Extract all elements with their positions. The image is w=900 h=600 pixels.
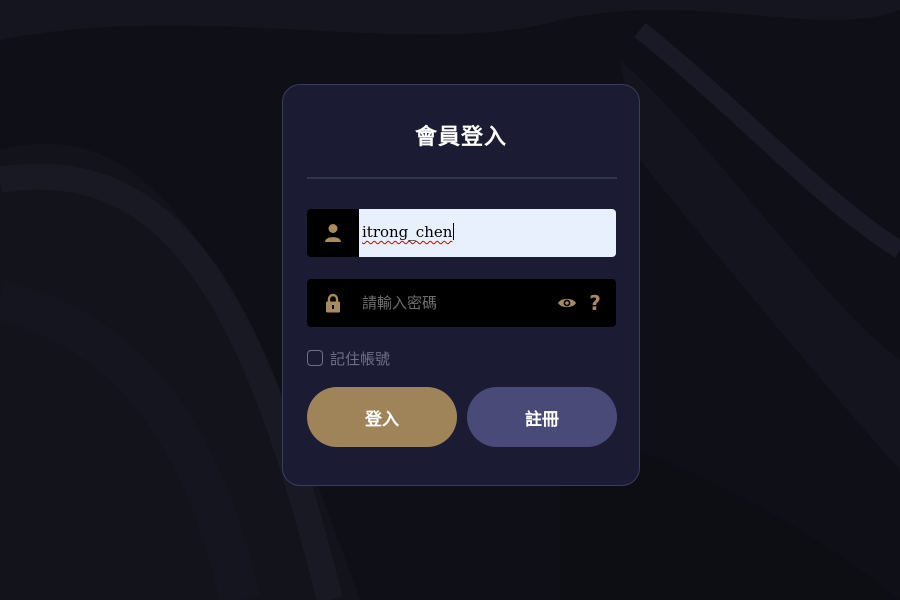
question-icon[interactable]: ? bbox=[586, 290, 604, 316]
eye-icon[interactable] bbox=[556, 293, 578, 313]
lock-icon bbox=[307, 279, 359, 327]
password-field: ? bbox=[307, 279, 616, 327]
register-button[interactable]: 註冊 bbox=[467, 387, 617, 447]
remember-label: 記住帳號 bbox=[330, 349, 391, 368]
user-icon bbox=[307, 209, 359, 257]
title-divider bbox=[307, 177, 617, 179]
login-title: 會員登入 bbox=[414, 125, 507, 150]
login-button[interactable]: 登入 bbox=[307, 387, 457, 447]
password-input[interactable] bbox=[359, 279, 544, 327]
login-card: 會員登入 itrong_chen ? 記住帳號 登入 註冊 bbox=[282, 84, 640, 486]
username-input[interactable] bbox=[359, 209, 616, 257]
remember-me[interactable]: 記住帳號 bbox=[307, 347, 390, 369]
remember-checkbox[interactable] bbox=[307, 350, 323, 366]
username-field: itrong_chen bbox=[307, 209, 616, 257]
